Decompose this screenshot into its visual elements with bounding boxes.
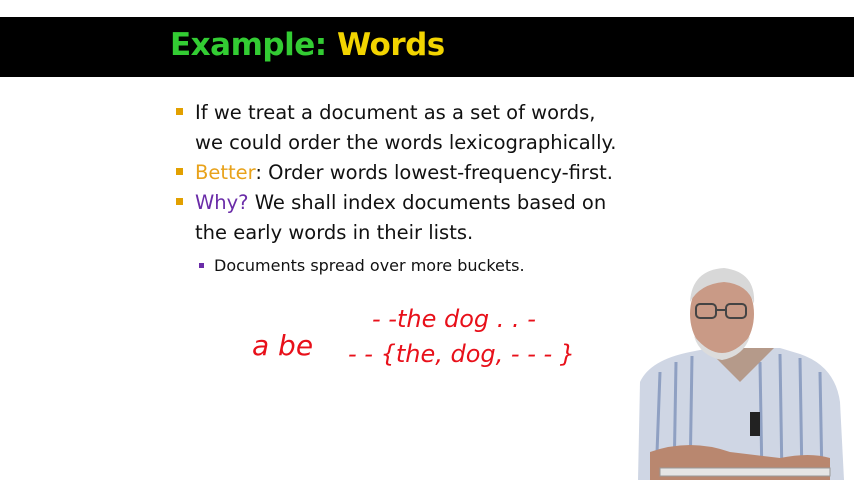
annotation-line-1: - -the dog . . - [372,305,536,333]
annotation-line-2: - - {the, dog, - - - } [348,340,575,368]
microphone-icon [750,412,760,436]
desk-edge [659,467,831,477]
presenter-video [630,262,854,480]
annotation-word-a-be: a be [252,329,313,362]
